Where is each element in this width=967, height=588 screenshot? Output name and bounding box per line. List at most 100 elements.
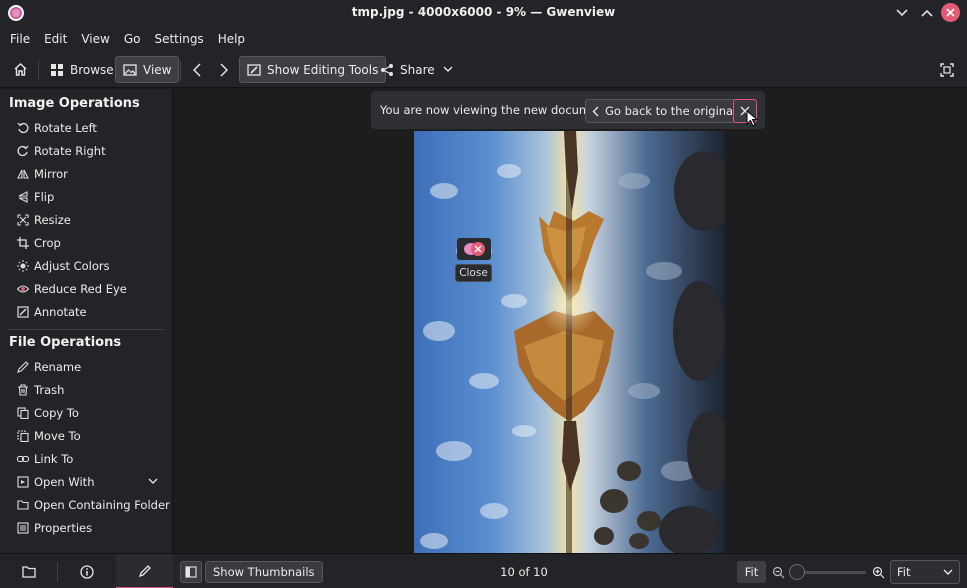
op-trash[interactable]: Trash (17, 380, 64, 400)
op-copy-to[interactable]: Copy To (17, 403, 79, 423)
chevron-left-icon (592, 106, 599, 117)
toolbar-separator (38, 60, 39, 80)
menu-go[interactable]: Go (117, 32, 148, 46)
image-icon (123, 63, 137, 77)
menu-help[interactable]: Help (211, 32, 252, 46)
op-annotate[interactable]: Annotate (17, 302, 87, 322)
rename-icon (17, 361, 29, 373)
fullscreen-icon (940, 62, 954, 77)
flip-icon (17, 191, 29, 203)
browse-label: Browse (70, 62, 114, 77)
op-label: Link To (34, 452, 74, 466)
op-label: Resize (34, 213, 71, 227)
chevron-down-icon (443, 66, 453, 73)
show-thumbnails-button[interactable]: Show Thumbnails (205, 561, 323, 583)
toggle-sidebar-button[interactable] (180, 561, 202, 583)
image-counter: 10 of 10 (500, 565, 548, 579)
menu-file[interactable]: File (3, 32, 37, 46)
minimize-button[interactable] (892, 3, 912, 23)
op-label: Properties (34, 521, 93, 535)
information-tab[interactable] (58, 554, 115, 588)
operations-tab[interactable] (116, 554, 173, 588)
notification-message: You are now viewing the new document. (380, 103, 613, 117)
chevron-down-icon[interactable] (147, 475, 159, 487)
menu-settings[interactable]: Settings (147, 32, 210, 46)
chevron-right-icon (220, 62, 228, 77)
op-rotate-left[interactable]: Rotate Left (17, 118, 97, 138)
fullscreen-button[interactable] (935, 56, 959, 83)
mirror-icon (17, 168, 29, 180)
main-toolbar: Browse View Show Editing Tools Share (0, 52, 967, 88)
window-title: tmp.jpg - 4000x6000 - 9% — Gwenview (351, 5, 616, 19)
op-properties[interactable]: Properties (17, 518, 92, 538)
op-mirror[interactable]: Mirror (17, 164, 68, 184)
zoom-in-icon[interactable] (872, 566, 885, 579)
red-eye-icon (17, 283, 29, 295)
close-window-button[interactable] (941, 3, 960, 22)
info-icon (79, 564, 94, 579)
home-button[interactable] (7, 56, 33, 83)
sidebar-toggle-icon (185, 566, 197, 578)
view-button[interactable]: View (115, 56, 180, 83)
op-resize[interactable]: Resize (17, 210, 71, 230)
fit-button[interactable]: Fit (737, 561, 766, 583)
show-editing-tools-button[interactable]: Show Editing Tools (239, 56, 387, 83)
annotate-icon (17, 306, 29, 318)
maximize-button[interactable] (917, 3, 937, 23)
op-label: Rotate Left (34, 121, 97, 135)
sidebar-divider (8, 329, 164, 330)
toolbar-separator (180, 60, 181, 80)
op-reduce-red-eye[interactable]: Reduce Red Eye (17, 279, 127, 299)
displayed-photo[interactable] (414, 131, 725, 553)
view-label: View (143, 62, 172, 77)
link-icon (17, 453, 29, 465)
pencil-icon (138, 564, 151, 577)
folder-icon (21, 566, 36, 578)
op-open-containing-folder[interactable]: Open Containing Folder (17, 495, 170, 515)
menu-bar: File Edit View Go Settings Help (0, 26, 967, 52)
op-rename[interactable]: Rename (17, 357, 81, 377)
crop-icon (17, 237, 29, 249)
go-back-to-original-button[interactable]: Go back to the original (585, 99, 744, 123)
browse-button[interactable]: Browse (43, 56, 121, 83)
menu-view[interactable]: View (74, 32, 116, 46)
zoom-out-icon[interactable] (772, 566, 785, 579)
menu-edit[interactable]: Edit (37, 32, 74, 46)
op-label: Open With (34, 475, 95, 489)
op-rotate-right[interactable]: Rotate Right (17, 141, 106, 161)
op-label: Mirror (34, 167, 68, 181)
resize-icon (17, 214, 29, 226)
op-label: Flip (34, 190, 55, 204)
folders-tab[interactable] (0, 554, 57, 588)
rotate-left-icon (17, 122, 29, 134)
op-link-to[interactable]: Link To (17, 449, 73, 469)
zoom-level-select[interactable]: Fit (890, 560, 960, 584)
floating-close-button[interactable] (457, 238, 491, 260)
grid-icon (50, 63, 64, 77)
notification-bar: You are now viewing the new document. Go… (371, 91, 765, 129)
title-bar: tmp.jpg - 4000x6000 - 9% — Gwenview (0, 0, 967, 26)
op-open-with[interactable]: Open With (17, 472, 94, 492)
file-operations-title: File Operations (9, 335, 122, 350)
properties-icon (17, 522, 29, 534)
close-icon (946, 8, 955, 17)
share-button[interactable]: Share (373, 56, 460, 83)
zoom-level-value: Fit (897, 565, 911, 579)
op-move-to[interactable]: Move To (17, 426, 81, 446)
gwenview-close-icon (464, 242, 485, 256)
op-flip[interactable]: Flip (17, 187, 54, 207)
trash-icon (17, 384, 29, 396)
rotate-right-icon (17, 145, 29, 157)
chevron-up-icon (921, 9, 933, 17)
folder-icon (17, 499, 29, 511)
next-image-button[interactable] (213, 56, 235, 83)
op-label: Crop (34, 236, 61, 250)
edit-image-icon (247, 63, 261, 77)
image-viewer[interactable]: You are now viewing the new document. Go… (174, 89, 967, 553)
zoom-slider-handle[interactable] (789, 564, 805, 580)
op-crop[interactable]: Crop (17, 233, 61, 253)
go-back-label: Go back to the original (605, 104, 737, 118)
op-adjust-colors[interactable]: Adjust Colors (17, 256, 110, 276)
previous-image-button[interactable] (186, 56, 208, 83)
image-operations-title: Image Operations (9, 96, 140, 111)
